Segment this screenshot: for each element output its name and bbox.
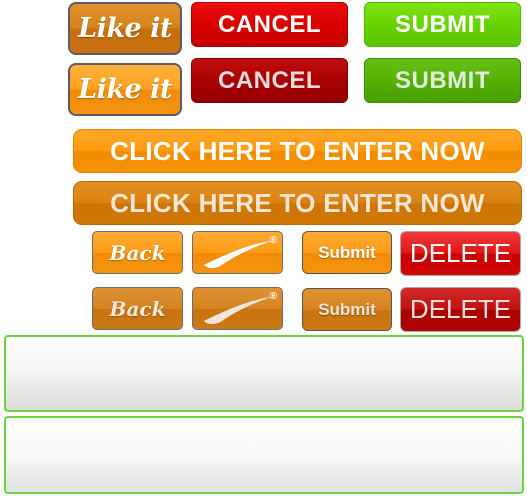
- gradient-panel-alt[interactable]: [4, 416, 524, 494]
- delete-label: DELETE: [409, 294, 512, 324]
- like-it-label: Like it: [78, 13, 172, 44]
- small-submit-label: Submit: [318, 299, 376, 319]
- submit-button[interactable]: SUBMIT: [364, 2, 521, 47]
- delete-label: DELETE: [409, 238, 512, 268]
- small-submit-label: Submit: [318, 242, 376, 262]
- small-submit-button[interactable]: Submit: [302, 231, 392, 274]
- back-label: Back: [109, 296, 166, 321]
- submit-button-pressed[interactable]: SUBMIT: [364, 58, 521, 103]
- like-it-button-hover[interactable]: Like it: [68, 63, 182, 116]
- delete-button[interactable]: DELETE: [400, 231, 521, 276]
- click-here-to-enter-button-pressed[interactable]: CLICK HERE TO ENTER NOW: [73, 181, 522, 225]
- click-here-label: CLICK HERE TO ENTER NOW: [110, 135, 485, 166]
- registered-mark: ®: [269, 291, 277, 302]
- submit-label: SUBMIT: [395, 10, 490, 38]
- like-it-label: Like it: [78, 74, 172, 105]
- swoosh-logo-icon: [203, 240, 272, 268]
- swoosh-logo-icon: [203, 296, 272, 324]
- back-button[interactable]: Back: [92, 231, 183, 274]
- swoosh-button-pressed[interactable]: ®: [192, 287, 283, 330]
- click-here-to-enter-button[interactable]: CLICK HERE TO ENTER NOW: [73, 129, 522, 173]
- submit-label: SUBMIT: [395, 66, 490, 94]
- small-submit-button-pressed[interactable]: Submit: [302, 288, 392, 331]
- cancel-button-pressed[interactable]: CANCEL: [191, 58, 348, 103]
- registered-mark: ®: [269, 235, 277, 246]
- delete-button-pressed[interactable]: DELETE: [400, 287, 521, 332]
- back-button-pressed[interactable]: Back: [92, 287, 183, 330]
- back-label: Back: [109, 240, 166, 265]
- like-it-button[interactable]: Like it: [68, 2, 182, 55]
- swoosh-button[interactable]: ®: [192, 231, 283, 274]
- cancel-label: CANCEL: [218, 66, 321, 94]
- cancel-label: CANCEL: [218, 10, 321, 38]
- click-here-label: CLICK HERE TO ENTER NOW: [110, 187, 485, 218]
- cancel-button[interactable]: CANCEL: [191, 2, 348, 47]
- gradient-panel[interactable]: [4, 335, 524, 412]
